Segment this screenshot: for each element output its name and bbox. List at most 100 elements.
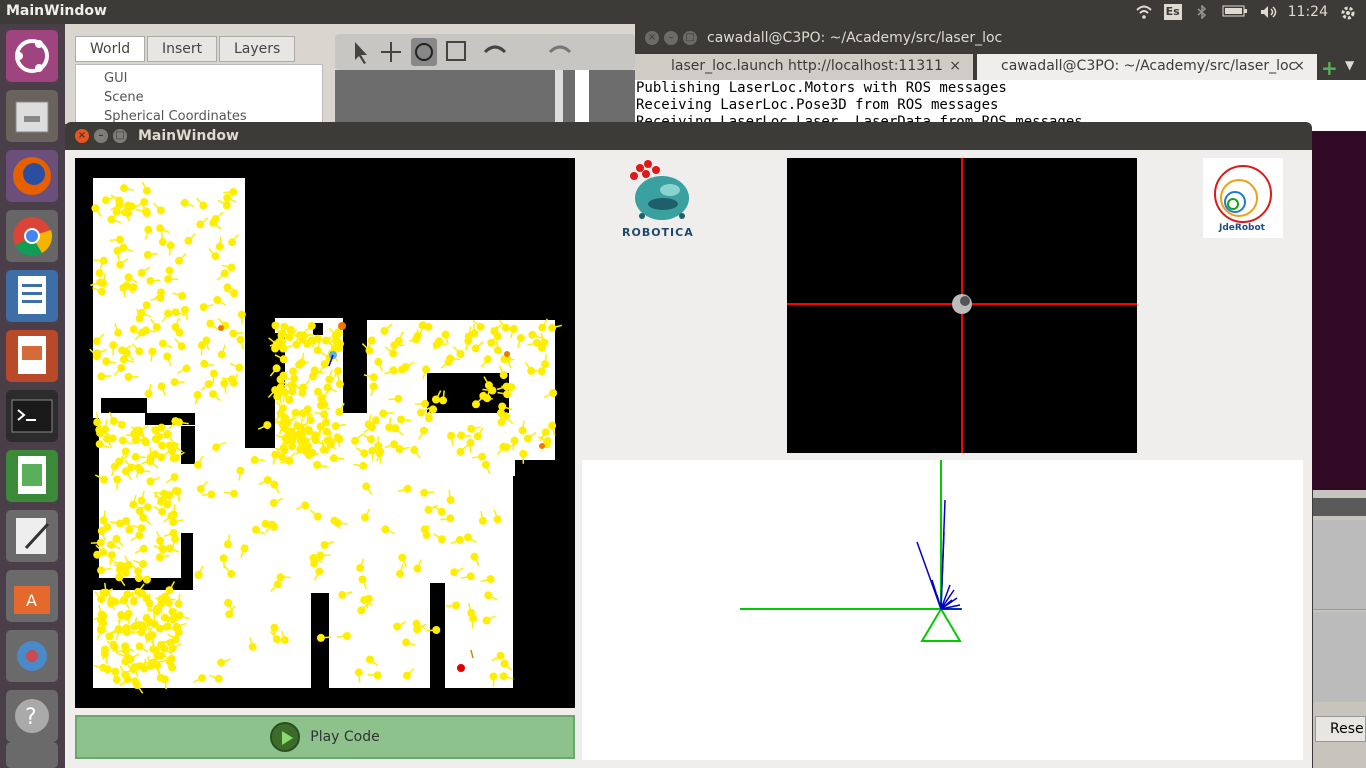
particle <box>100 475 109 484</box>
system-settings-icon[interactable] <box>6 630 58 682</box>
particle <box>374 357 383 366</box>
particle <box>137 268 146 277</box>
close-tab-icon[interactable]: × <box>949 58 961 74</box>
close-icon[interactable]: × <box>645 31 659 45</box>
play-icon <box>270 722 301 752</box>
chrome-icon[interactable] <box>6 210 58 262</box>
calc-icon[interactable] <box>6 450 58 502</box>
particle <box>422 365 431 374</box>
gazebo-3d-view[interactable] <box>335 70 635 124</box>
particle <box>496 651 505 660</box>
new-tab-icon[interactable]: + <box>1321 56 1338 80</box>
particle <box>548 323 557 332</box>
text-editor-icon[interactable] <box>6 510 58 562</box>
close-icon[interactable]: × <box>75 129 89 143</box>
particle <box>518 426 527 435</box>
particle <box>212 443 221 452</box>
impress-icon[interactable] <box>6 330 58 382</box>
particle <box>165 586 174 595</box>
particle <box>236 466 245 475</box>
wifi-icon[interactable] <box>1135 5 1152 19</box>
particle <box>107 599 116 608</box>
particle <box>456 350 465 358</box>
firefox-icon[interactable] <box>6 150 58 202</box>
particle <box>304 427 313 436</box>
particle <box>273 580 282 589</box>
software-center-icon[interactable]: A <box>6 570 58 622</box>
particle <box>152 323 161 332</box>
particle <box>402 638 411 647</box>
minimize-icon[interactable]: – <box>664 31 678 45</box>
particle <box>228 238 237 247</box>
world-tree: GUI Scene Spherical Coordinates <box>75 64 323 124</box>
minimize-icon[interactable]: – <box>94 129 108 143</box>
particle <box>457 431 466 440</box>
particle <box>156 206 165 215</box>
terminal-title: cawadall@C3PO: ~/Academy/src/laser_loc <box>707 30 1003 46</box>
trash-icon[interactable] <box>6 742 58 768</box>
volume-icon[interactable] <box>1260 5 1276 19</box>
particle <box>155 624 164 633</box>
writer-icon[interactable] <box>6 270 58 322</box>
particle <box>270 623 279 632</box>
particle <box>105 632 114 641</box>
particle <box>470 552 479 561</box>
reset-button[interactable]: Rese <box>1315 716 1366 742</box>
particle <box>295 360 304 369</box>
tree-item-scene[interactable]: Scene <box>76 90 322 109</box>
particle <box>114 328 123 337</box>
terminal-tab-launch[interactable]: laser_loc.launch http://localhost:11311 … <box>635 54 973 80</box>
particle <box>500 659 509 668</box>
tab-menu-icon[interactable]: ▼ <box>1345 58 1354 72</box>
particle <box>368 423 376 432</box>
particle <box>248 642 257 651</box>
particle <box>307 321 316 330</box>
particle <box>175 256 183 265</box>
tab-layers[interactable]: Layers <box>219 36 296 62</box>
particle <box>120 184 129 193</box>
translate-icon <box>381 42 401 62</box>
terminal-icon[interactable] <box>6 390 58 442</box>
clock[interactable]: 11:24 <box>1288 4 1328 20</box>
particle <box>135 531 144 540</box>
tab-insert[interactable]: Insert <box>147 36 218 62</box>
particle <box>141 438 150 447</box>
particle <box>144 225 153 234</box>
play-code-button[interactable]: Play Code <box>75 715 575 759</box>
bluetooth-icon[interactable] <box>1194 4 1210 20</box>
particle <box>261 519 270 528</box>
particle <box>158 441 167 450</box>
particle <box>163 430 172 439</box>
terminal-tab-shell[interactable]: cawadall@C3PO: ~/Academy/src/laser_loc × <box>977 54 1317 80</box>
gear-icon[interactable] <box>1340 5 1356 20</box>
particle <box>447 431 456 440</box>
particle <box>365 346 374 355</box>
files-icon[interactable] <box>6 90 58 142</box>
maximize-icon[interactable]: □ <box>683 31 697 45</box>
particle <box>96 538 105 547</box>
particle <box>235 363 244 372</box>
particle <box>178 292 187 300</box>
particle <box>211 252 220 261</box>
particle <box>204 380 213 389</box>
keyboard-layout-icon[interactable]: Es <box>1163 4 1182 20</box>
particle <box>309 553 318 562</box>
close-tab-icon[interactable]: × <box>1293 58 1305 74</box>
particle <box>369 373 378 382</box>
maximize-icon[interactable]: □ <box>113 129 127 143</box>
help-icon[interactable]: ? <box>6 690 58 742</box>
ubuntu-dash-icon[interactable] <box>6 30 58 82</box>
particle <box>464 533 472 542</box>
top-panel: MainWindow Es 11:24 <box>0 0 1366 24</box>
particle <box>367 336 376 345</box>
battery-icon[interactable] <box>1222 5 1248 19</box>
particle <box>206 319 215 328</box>
particle <box>99 279 108 288</box>
particle <box>499 672 508 681</box>
particle <box>166 241 175 250</box>
tree-item-gui[interactable]: GUI <box>76 71 322 90</box>
particle <box>121 568 130 577</box>
particle <box>129 500 138 509</box>
particle <box>296 331 304 340</box>
tab-world[interactable]: World <box>75 36 146 62</box>
